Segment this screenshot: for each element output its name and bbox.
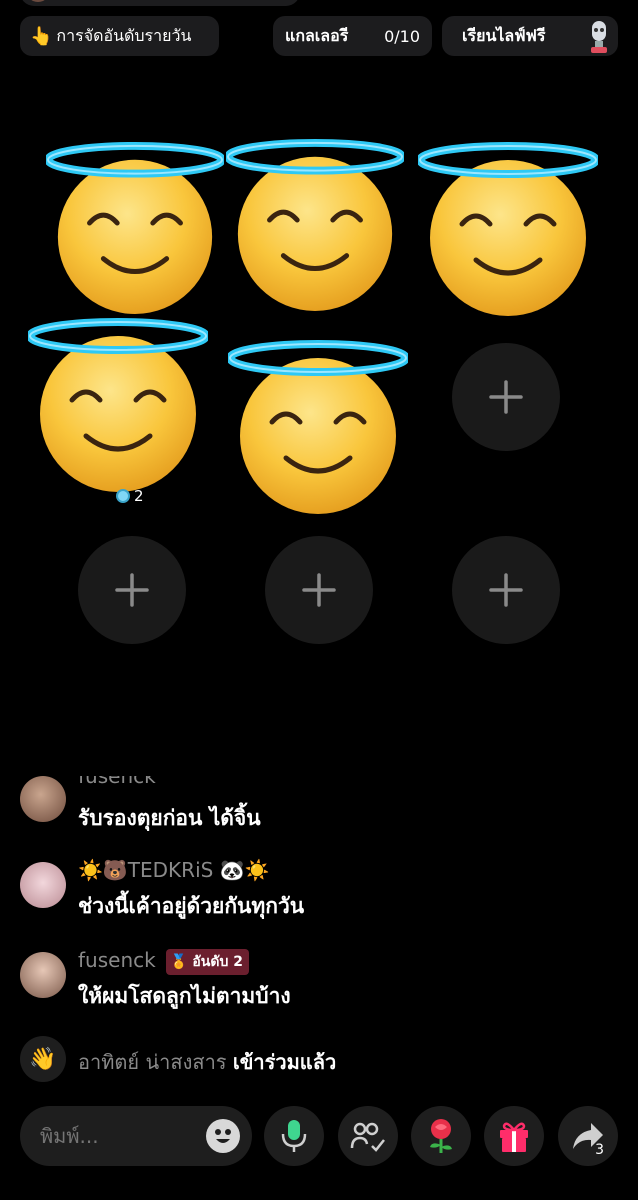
- chat-item: ☀️🐻TEDKRiS 🐼☀️ ช่วงนี้เค้าอยู่ด้วยกันทุก…: [20, 856, 620, 926]
- user-avatar[interactable]: [20, 862, 66, 908]
- chat-username[interactable]: ☀️🐻TEDKRiS 🐼☀️: [78, 858, 269, 882]
- join-label: เข้าร่วมแล้ว: [232, 1050, 337, 1074]
- plus-icon: [489, 573, 523, 607]
- top-cut-bar: [20, 0, 300, 6]
- gem-icon: [116, 489, 130, 503]
- chat-username[interactable]: fusenck: [78, 776, 156, 788]
- users-check-icon: [350, 1122, 385, 1152]
- seat-1-angel-emoji[interactable]: [46, 138, 224, 316]
- seat-2-angel-emoji[interactable]: [226, 135, 404, 313]
- seat-4-angel-emoji[interactable]: [28, 314, 208, 494]
- chat-message: ให้ผมโสดลูกไม่ตามบ้าง: [78, 984, 291, 1008]
- chat-item: fusenck 🏅 อันดับ 2 ให้ผมโสดลูกไม่ตามบ้าง: [20, 946, 620, 1016]
- wave-hand-icon: 👋: [20, 1036, 66, 1082]
- gift-button[interactable]: [484, 1106, 544, 1166]
- gallery-label: แกลเลอรี: [285, 25, 349, 45]
- user-avatar[interactable]: [20, 952, 66, 998]
- rank-badge: 🏅 อันดับ 2: [166, 948, 249, 975]
- chat-message: รับรองตุยก่อน ได้จิ้น: [78, 806, 261, 830]
- empty-seat-7[interactable]: [78, 536, 186, 644]
- rose-gift-button[interactable]: [411, 1106, 471, 1166]
- join-notice: 👋 อาทิตย์ น่าสงสาร เข้าร่วมแล้ว: [20, 1036, 620, 1086]
- medal-icon: 🏅: [170, 953, 188, 970]
- message-input-field[interactable]: [38, 1118, 192, 1154]
- learn-live-label: เรียนไลฟ์ฟรี: [462, 25, 546, 45]
- user-avatar[interactable]: [20, 776, 66, 822]
- join-notice-text: อาทิตย์ น่าสงสาร เข้าร่วมแล้ว: [78, 1046, 336, 1078]
- join-username[interactable]: อาทิตย์ น่าสงสาร: [78, 1050, 227, 1074]
- message-input[interactable]: [20, 1106, 252, 1166]
- rose-icon: [430, 1119, 452, 1153]
- chat-username[interactable]: fusenck: [78, 948, 156, 972]
- daily-ranking-button[interactable]: 👆 การจัดอันดับรายวัน: [20, 16, 219, 56]
- chat-message: ช่วงนี้เค้าอยู่ด้วยกันทุกวัน: [78, 894, 305, 918]
- share-count: 3: [595, 1142, 604, 1158]
- seat-4-badge-count: 2: [134, 487, 144, 505]
- guests-button[interactable]: [338, 1106, 398, 1166]
- fire-icon: 👆: [30, 25, 53, 47]
- daily-ranking-label: การจัดอันดับรายวัน: [56, 25, 192, 45]
- rank-badge-label: อันดับ 2: [192, 953, 243, 970]
- microphone-icon: [281, 1120, 307, 1152]
- gift-icon: [500, 1122, 528, 1152]
- learn-live-button[interactable]: เรียนไลฟ์ฟรี: [442, 16, 618, 56]
- plus-icon: [302, 573, 336, 607]
- share-button[interactable]: 3: [558, 1106, 618, 1166]
- plus-icon: [489, 380, 523, 414]
- gallery-count: 0/10: [384, 26, 420, 46]
- chat-username-row: fusenck 🏅 อันดับ 2: [78, 948, 249, 975]
- gallery-button[interactable]: แกลเลอรี 0/10: [273, 16, 432, 56]
- chat-list[interactable]: fusenck รับรองตุยก่อน ได้จิ้น ☀️🐻TEDKRiS…: [0, 776, 638, 1086]
- seat-3-angel-emoji[interactable]: [418, 138, 598, 318]
- empty-seat-9[interactable]: [452, 536, 560, 644]
- empty-seat-8[interactable]: [265, 536, 373, 644]
- emoji-icon[interactable]: [206, 1119, 240, 1153]
- microphone-mascot-icon: [586, 19, 612, 60]
- microphone-button[interactable]: [264, 1106, 324, 1166]
- chat-item: fusenck รับรองตุยก่อน ได้จิ้น: [20, 776, 620, 830]
- seat-5-angel-emoji[interactable]: [228, 336, 408, 516]
- seat-4-badge: 2: [116, 487, 144, 505]
- plus-icon: [115, 573, 149, 607]
- empty-seat-6[interactable]: [452, 343, 560, 451]
